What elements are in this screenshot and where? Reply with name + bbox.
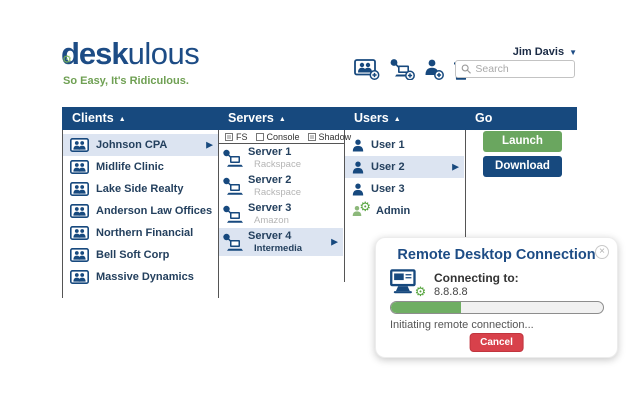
logo: deskulous ⚙	[61, 38, 199, 69]
clients-icon	[70, 138, 89, 152]
connecting-label: Connecting to:	[434, 271, 519, 285]
sort-asc-icon: ▲	[394, 116, 401, 123]
user-icon	[352, 161, 364, 174]
checkbox[interactable]	[308, 133, 316, 141]
clients-icon	[70, 182, 89, 196]
server-filters: FS Console Shadow	[219, 130, 344, 144]
users-list: User 1 ▶ User 2 ▶ User 3 ▶ ⚙ Admin ▶	[345, 134, 464, 222]
sort-asc-icon: ▲	[119, 116, 126, 123]
search-box	[455, 60, 575, 78]
add-server-icon	[389, 58, 415, 80]
clients-list: Johnson CPA ▶ Midlife Clinic ▶ Lake Side…	[63, 134, 218, 288]
add-client-button[interactable]	[354, 59, 380, 85]
filter-fs[interactable]: FS	[225, 132, 248, 142]
add-client-icon	[354, 59, 380, 80]
servers-list: Server 1Rackspace ▶ Server 2Rackspace ▶ …	[219, 144, 343, 256]
toolbar	[354, 58, 469, 85]
column-header-clients[interactable]: Clients▲	[62, 107, 218, 130]
client-row[interactable]: Anderson Law Offices ▶	[63, 200, 218, 222]
clients-icon	[70, 160, 89, 174]
search-input[interactable]	[475, 63, 569, 75]
download-button[interactable]: Download	[483, 156, 562, 177]
client-row[interactable]: Midlife Clinic ▶	[63, 156, 218, 178]
user-icon	[352, 139, 364, 152]
checkbox[interactable]	[256, 133, 264, 141]
clients-icon	[70, 226, 89, 240]
modal-close-button[interactable]: ×	[595, 245, 609, 259]
server-provider: Rackspace	[248, 187, 301, 198]
server-icon	[222, 205, 244, 224]
add-user-icon	[424, 59, 444, 80]
launch-button[interactable]: Launch	[483, 131, 562, 152]
admin-icon: ⚙	[352, 204, 369, 219]
connecting-address: 8.8.8.8	[434, 286, 468, 298]
logo-text-bold: desk	[61, 36, 128, 71]
column-divider	[465, 130, 466, 237]
server-provider: Amazon	[248, 215, 291, 226]
server-row[interactable]: Server 3Amazon ▶	[219, 200, 343, 228]
table-header: Clients▲ Servers▲ Users▲ Go	[62, 107, 577, 130]
column-header-users[interactable]: Users▲	[344, 107, 465, 130]
server-row[interactable]: Server 4Intermedia ▶	[219, 228, 343, 256]
client-row[interactable]: Bell Soft Corp ▶	[63, 244, 218, 266]
chevron-right-icon: ▶	[452, 162, 459, 173]
client-row[interactable]: Massive Dynamics ▶	[63, 266, 218, 288]
client-row[interactable]: Johnson CPA ▶	[63, 134, 218, 156]
server-icon	[222, 149, 244, 168]
filter-console[interactable]: Console	[256, 132, 300, 142]
user-icon	[352, 183, 364, 196]
modal-title: Remote Desktop Connection	[376, 247, 617, 263]
remote-computer-icon: ⚙	[389, 268, 425, 298]
sort-asc-icon: ▲	[279, 116, 286, 123]
user-menu[interactable]: Jim Davis ▼	[513, 46, 577, 58]
column-header-go: Go	[465, 107, 577, 130]
client-row[interactable]: Lake Side Realty ▶	[63, 178, 218, 200]
cancel-button[interactable]: Cancel	[469, 333, 524, 352]
search-icon	[461, 63, 471, 75]
user-row[interactable]: User 3 ▶	[345, 178, 464, 200]
user-row[interactable]: User 2 ▶	[345, 156, 464, 178]
gear-badge-icon: ⚙	[413, 285, 428, 300]
status-text: Initiating remote connection...	[390, 319, 534, 331]
chevron-down-icon: ▼	[569, 48, 577, 57]
checkbox[interactable]	[225, 133, 233, 141]
progress-bar	[390, 301, 604, 314]
chevron-right-icon: ▶	[331, 237, 338, 248]
server-icon	[222, 177, 244, 196]
logo-text-light: ulous	[128, 36, 200, 71]
add-server-button[interactable]	[389, 58, 415, 85]
column-header-servers[interactable]: Servers▲	[218, 107, 344, 130]
close-icon: ×	[599, 246, 605, 257]
clients-icon	[70, 248, 89, 262]
app-window: deskulous ⚙ So Easy, It's Ridiculous. Ji…	[0, 0, 640, 400]
user-row-admin[interactable]: ⚙ Admin ▶	[345, 200, 464, 222]
clients-icon	[70, 270, 89, 284]
clients-icon	[70, 204, 89, 218]
add-user-button[interactable]	[424, 59, 444, 85]
user-row[interactable]: User 1 ▶	[345, 134, 464, 156]
server-provider: Intermedia	[248, 243, 302, 254]
server-row[interactable]: Server 1Rackspace ▶	[219, 144, 343, 172]
user-name: Jim Davis	[513, 46, 564, 58]
tagline: So Easy, It's Ridiculous.	[63, 75, 189, 87]
server-icon	[222, 233, 244, 252]
gear-icon: ⚙	[359, 200, 371, 215]
progress-fill	[391, 302, 461, 313]
remote-desktop-modal: × Remote Desktop Connection ⚙ Connecting…	[375, 237, 618, 358]
client-row[interactable]: Northern Financial ▶	[63, 222, 218, 244]
chevron-right-icon: ▶	[206, 140, 213, 151]
server-row[interactable]: Server 2Rackspace ▶	[219, 172, 343, 200]
server-provider: Rackspace	[248, 159, 301, 170]
